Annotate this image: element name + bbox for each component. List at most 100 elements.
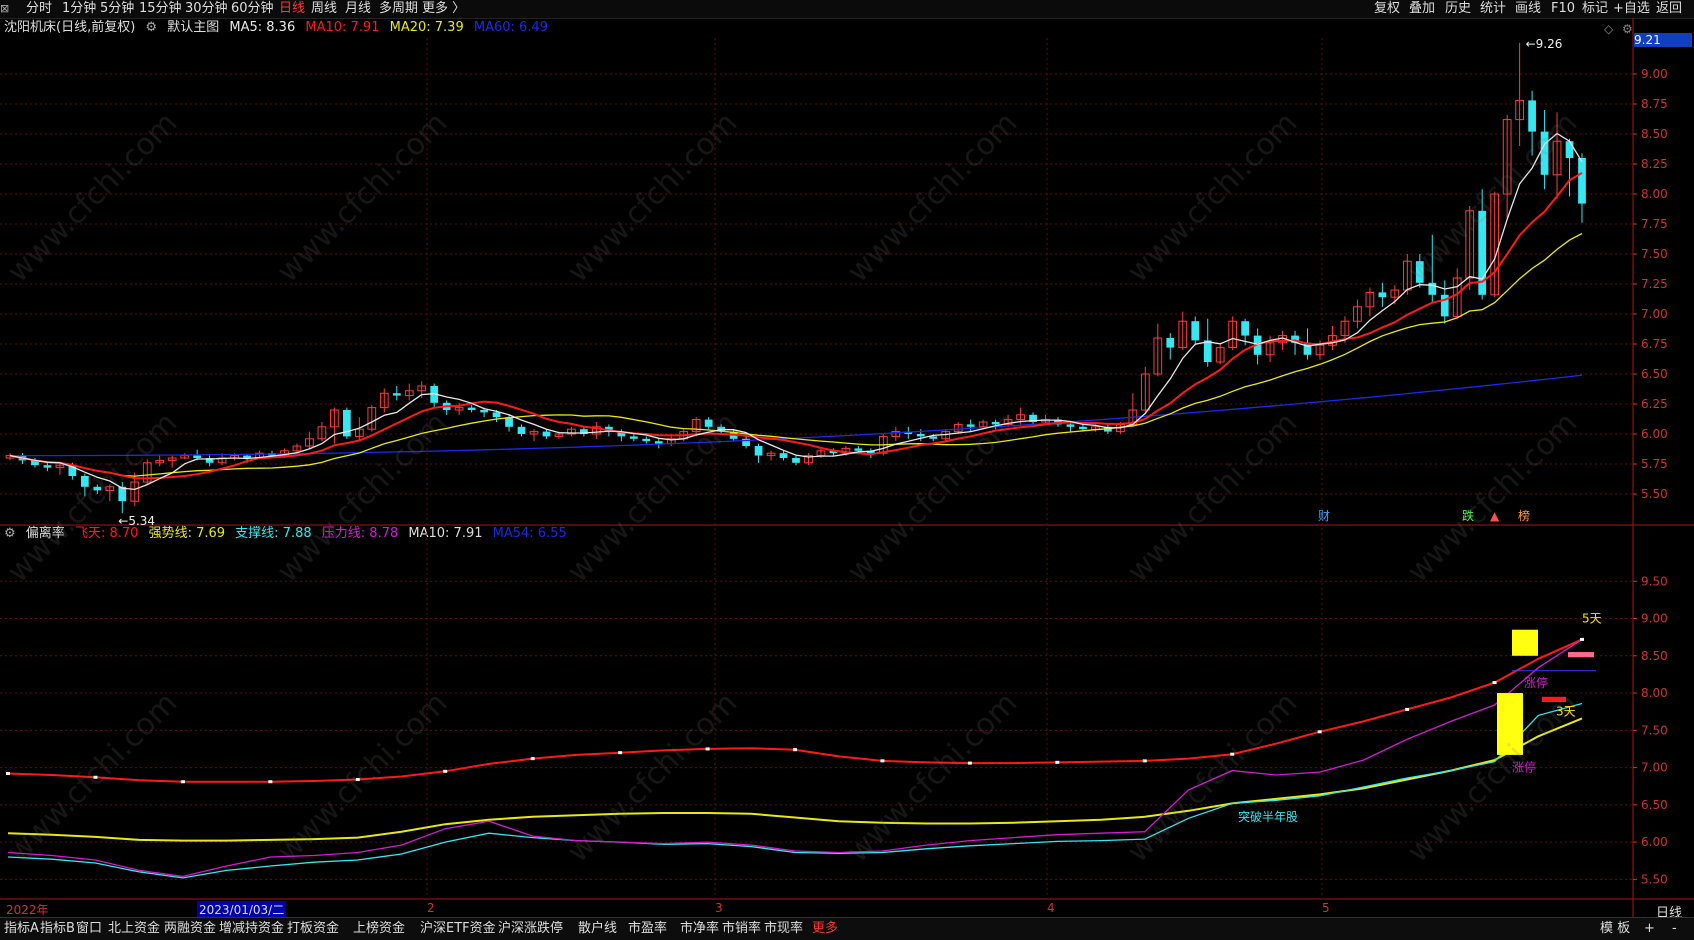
sub-annotation: 突破半年股 — [1238, 809, 1298, 824]
candle-down — [1578, 158, 1586, 204]
sub-ytick-label: 8.00 — [1641, 686, 1668, 700]
sub-ytick-label: 5.50 — [1641, 872, 1668, 886]
sub-ytick-label: 9.00 — [1641, 612, 1668, 626]
date-label-2022: 2022年 — [6, 903, 49, 917]
indicator-tab-6[interactable]: 打板资金 — [287, 921, 339, 937]
indicator-tab-5[interactable]: 增减持资金 — [219, 921, 284, 937]
ma5-line — [9, 132, 1583, 491]
main-ytick-label: 6.00 — [1641, 427, 1668, 441]
date-axis: 2022年 2023/01/03/二 2 3 4 5 — [0, 900, 1633, 918]
main-ytick-label: 5.50 — [1641, 487, 1668, 501]
main-ytick-label: 7.00 — [1641, 307, 1668, 321]
high-price-label: ←9.26 — [1526, 37, 1563, 51]
sub-annotation: 涨停 — [1512, 759, 1536, 774]
sub-dot — [1142, 759, 1147, 763]
candle-down — [1528, 100, 1536, 132]
limit-up-block-2 — [1497, 693, 1523, 755]
candle-down — [517, 426, 526, 434]
sub-dot — [268, 780, 273, 784]
template-button[interactable]: 模 板 — [1600, 921, 1630, 937]
indicator-tab-13[interactable]: 市销率 — [722, 921, 761, 937]
indicator-tab-11[interactable]: 市盈率 — [628, 921, 667, 937]
pink-marker — [1568, 652, 1594, 658]
indicator-tab-10[interactable]: 散户线 — [578, 921, 617, 937]
candle-down — [1079, 426, 1087, 430]
event-marker: 跌 — [1462, 508, 1474, 523]
event-marker: 财 — [1318, 509, 1330, 523]
sub-dot — [443, 769, 448, 773]
event-marker: 榜 — [1518, 508, 1530, 523]
candle-down — [754, 446, 763, 456]
indicator-tabbar: 指标A 指标B 窗口 北上资金 两融资金 增减持资金 打板资金 上榜资金 沪深ETF资金 沪深涨跌… — [0, 917, 1694, 940]
candle-down — [467, 407, 476, 410]
zoom-out-button[interactable]: - — [1672, 921, 1677, 937]
sub-dot — [1492, 681, 1497, 685]
indicator-tab-0[interactable]: 指标A — [4, 921, 39, 937]
sub-dot — [1405, 707, 1410, 711]
main-ytick-label: 5.75 — [1641, 457, 1668, 471]
indicator-tab-12[interactable]: 市净率 — [680, 921, 719, 937]
date-label-feb: 2 — [427, 901, 435, 915]
sub-ytick-label: 7.00 — [1641, 761, 1668, 775]
candle-down — [1066, 424, 1075, 427]
limit-up-block-1 — [1512, 629, 1538, 656]
candle-down — [492, 412, 501, 418]
main-ytick-label: 6.75 — [1641, 337, 1668, 351]
main-ytick-label: 8.75 — [1641, 97, 1668, 111]
sub-dot — [1230, 752, 1235, 756]
sub-dot — [180, 780, 185, 784]
sub-dot — [967, 761, 972, 765]
sub-ytick-label: 8.50 — [1641, 649, 1668, 663]
main-ytick-label: 9.00 — [1641, 67, 1668, 81]
low-price-label: ←5.34 — [118, 514, 155, 528]
candle-down — [1540, 131, 1549, 175]
sub-ytick-label: 6.00 — [1641, 835, 1668, 849]
candle-down — [193, 455, 202, 458]
sub-dot — [530, 757, 535, 761]
indicator-tab-2[interactable]: 窗口 — [76, 921, 102, 937]
sub-dot — [793, 748, 797, 752]
indicator-tab-15[interactable]: 更多 — [812, 921, 838, 937]
sub-line-支撑线 — [7, 702, 1583, 879]
indicator-tab-4[interactable]: 两融资金 — [164, 921, 216, 937]
candle-down — [93, 486, 102, 491]
sub-dot — [1055, 760, 1060, 764]
candle-down — [916, 434, 925, 437]
indicator-tab-9[interactable]: 沪深涨跌停 — [498, 921, 563, 937]
zoom-in-button[interactable]: + — [1644, 921, 1655, 937]
ma10-line — [9, 172, 1583, 480]
indicator-tab-14[interactable]: 市现率 — [764, 921, 803, 937]
ma60-line — [10, 374, 1583, 457]
event-marker: ▲ — [1490, 509, 1500, 523]
candle-down — [991, 422, 1000, 425]
date-label-mar: 3 — [715, 901, 723, 915]
sub-dot — [618, 751, 623, 755]
main-ytick-label: 8.50 — [1641, 127, 1668, 141]
ma20-line — [9, 232, 1583, 477]
main-ytick-label: 7.25 — [1641, 277, 1668, 291]
candle-down — [1166, 338, 1175, 348]
indicator-tab-3[interactable]: 北上资金 — [108, 921, 160, 937]
date-label-may: 5 — [1322, 901, 1330, 915]
candle-down — [1191, 321, 1200, 341]
date-label-crosshair: 2023/01/03/二 — [197, 901, 287, 918]
indicator-tab-7[interactable]: 上榜资金 — [353, 921, 405, 937]
main-ytick-label: 7.50 — [1641, 247, 1668, 261]
candle-down — [966, 424, 975, 427]
candle-down — [792, 458, 800, 463]
indicator-tab-1[interactable]: 指标B — [40, 921, 75, 937]
indicator-tab-8[interactable]: 沪深ETF资金 — [420, 921, 496, 937]
candle-down — [480, 410, 488, 413]
candle-down — [392, 393, 401, 396]
chart-canvas[interactable]: 5.50 5.75 6.00 6.25 6.50 6.75 7.00 7.25 7.50 7.75… — [0, 0, 1694, 917]
sub-dot — [93, 775, 98, 779]
candle-down — [929, 436, 938, 439]
sub-ytick-label: 7.50 — [1641, 723, 1668, 737]
sub-dot — [880, 759, 885, 763]
candle-down — [43, 465, 52, 468]
candle-down — [505, 417, 513, 427]
candle-down — [629, 436, 638, 439]
candle-down — [642, 438, 651, 442]
candle-down — [654, 441, 663, 444]
candle-down — [854, 448, 863, 451]
